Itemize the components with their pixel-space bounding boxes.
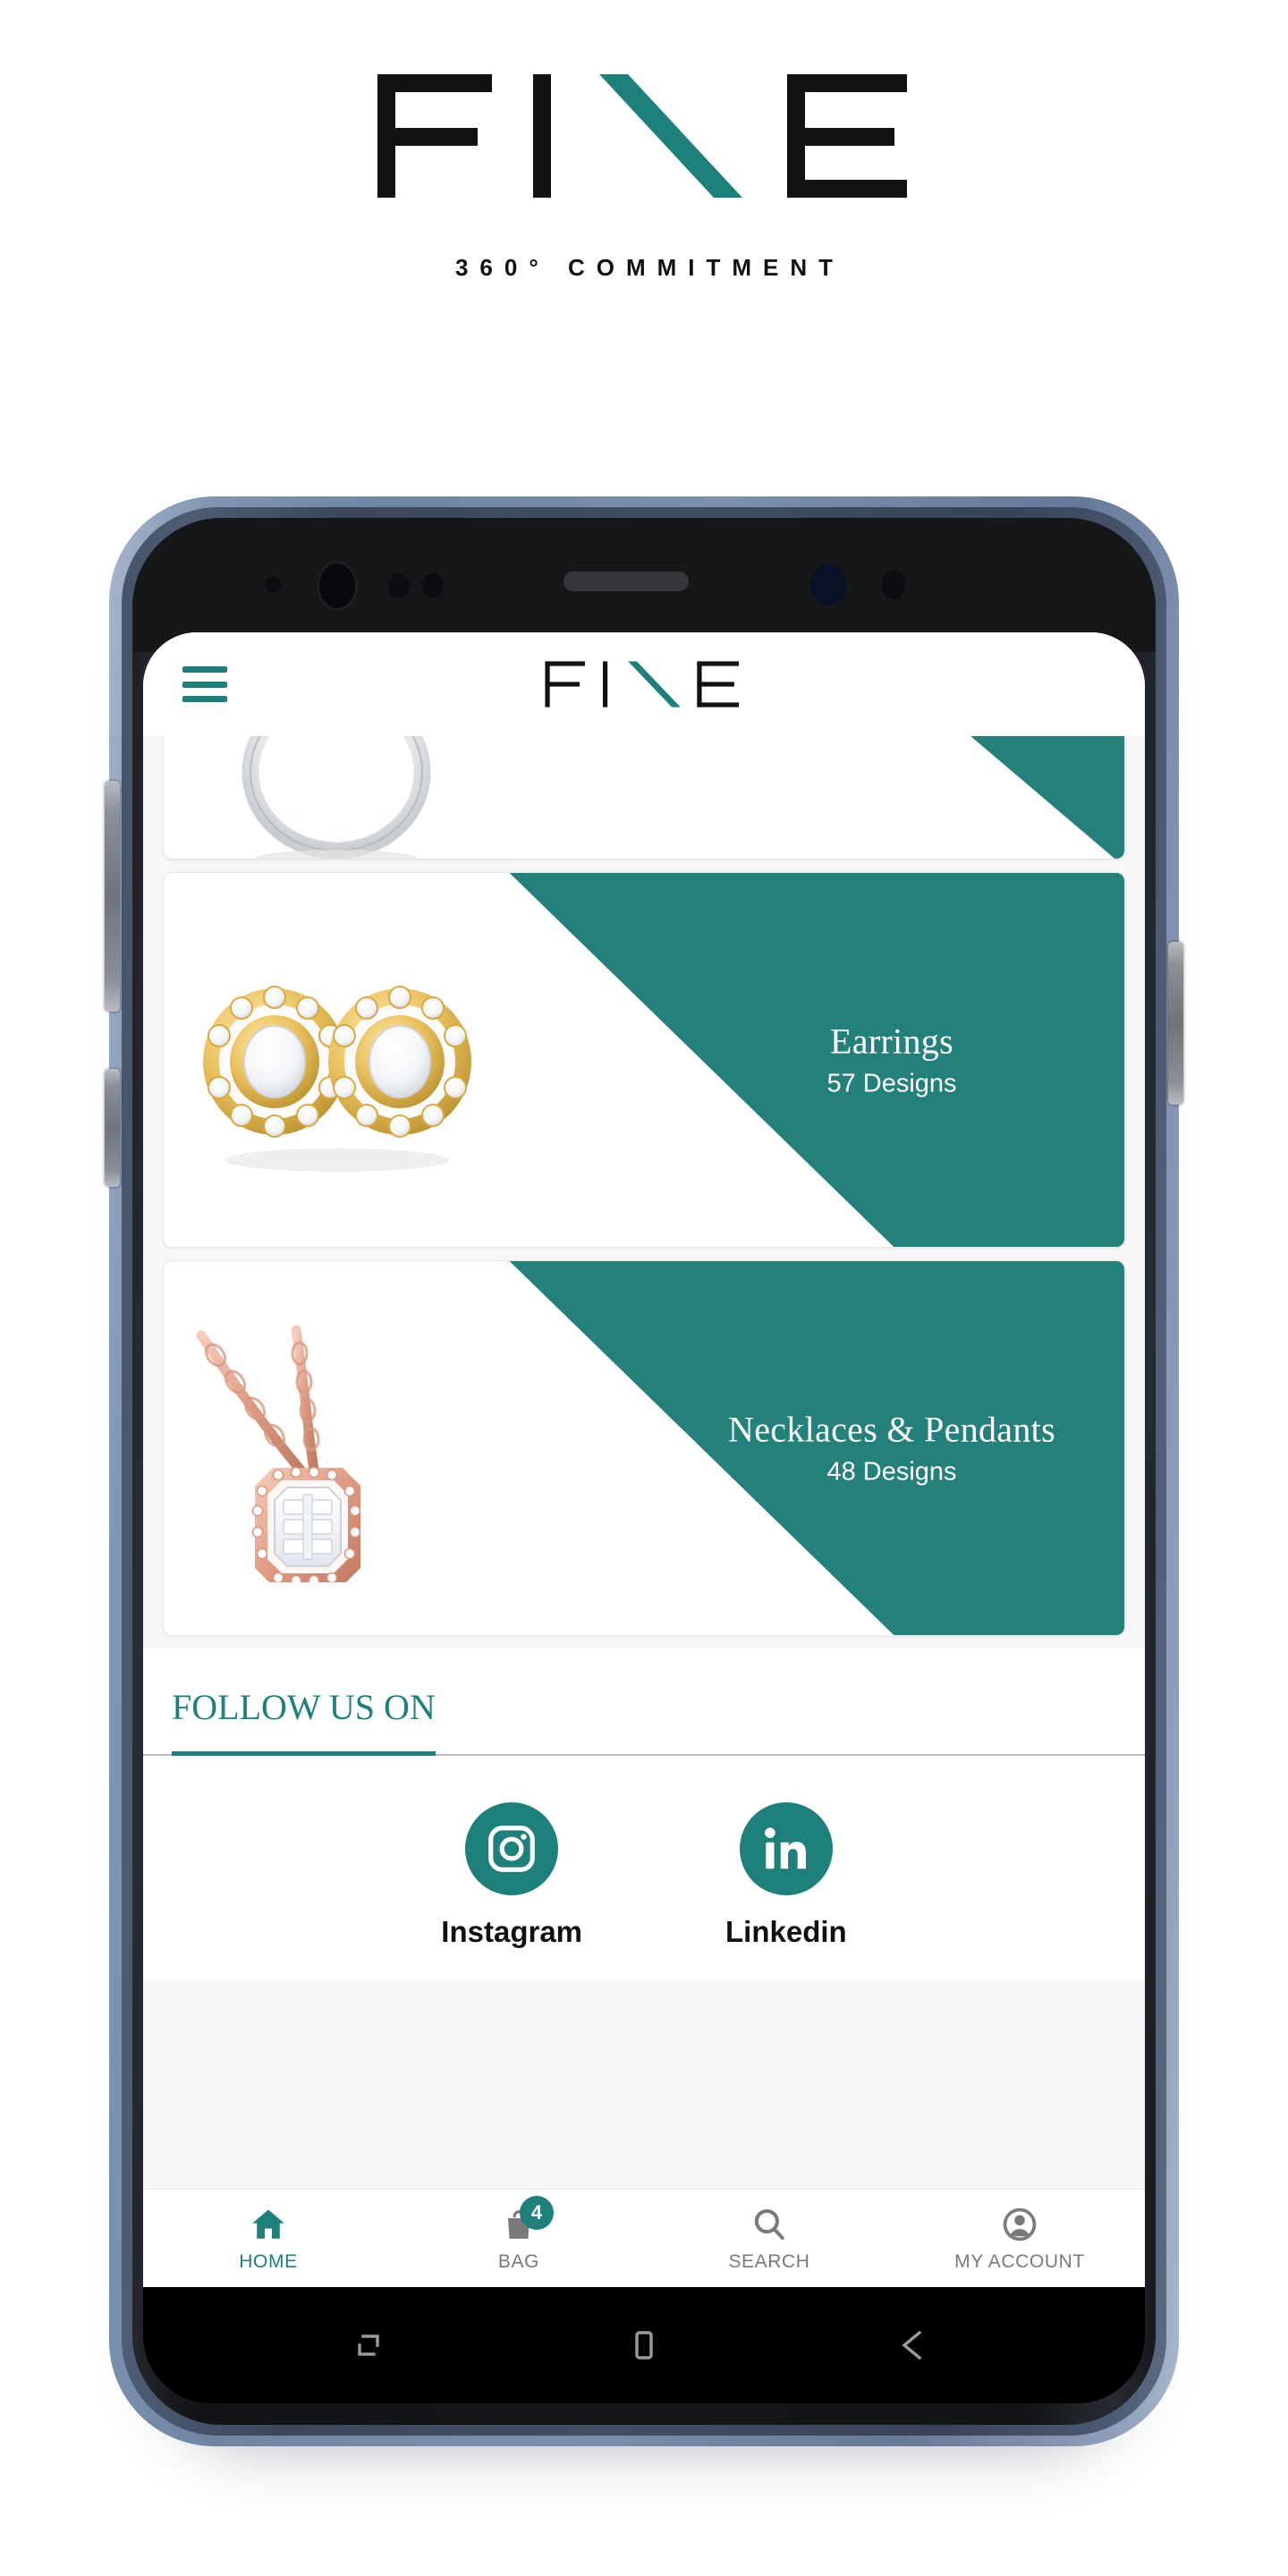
category-design-count: 57 Designs [826, 1069, 957, 1098]
light-sensor-icon [388, 573, 410, 598]
bottom-tab-bar: HOME 4 BAG SEARCH MY ACCOUNT [143, 2189, 1145, 2287]
power-button[interactable] [1168, 942, 1183, 1105]
brand-tagline: 360° COMMITMENT [454, 254, 845, 281]
tab-search[interactable]: SEARCH [644, 2190, 894, 2287]
hamburger-line [182, 666, 227, 673]
phone-mockup: Earrings 57 Designs Necklaces & Pendants… [105, 496, 1183, 2446]
brand-logo [358, 64, 930, 208]
home-glyph [252, 2209, 284, 2239]
rose-gold-emerald-cut-pendant-photo [196, 1325, 361, 1582]
back-arrow-icon[interactable] [891, 2324, 934, 2367]
home-square-glyph [635, 2331, 653, 2360]
bag-count-badge: 4 [520, 2195, 554, 2230]
diamond-ring-photo [242, 736, 431, 859]
hamburger-menu-icon[interactable] [182, 666, 227, 702]
category-card-rings[interactable] [163, 736, 1125, 860]
social-label: Instagram [441, 1915, 583, 1948]
bixby-button[interactable] [105, 1069, 120, 1187]
social-label: Linkedin [725, 1915, 847, 1948]
home-icon [249, 2205, 288, 2244]
tab-home[interactable]: HOME [143, 2190, 394, 2287]
back-arrow-glyph [902, 2330, 922, 2360]
follow-us-heading: FOLLOW US ON [172, 1686, 436, 1756]
linkedin-glyph [764, 1827, 806, 1869]
tab-label: BAG [497, 2250, 540, 2272]
category-card-earrings[interactable]: Earrings 57 Designs [163, 872, 1125, 1248]
brand-header: 360° COMMITMENT [0, 0, 1288, 394]
category-text-block: Necklaces & Pendants 48 Designs [695, 1410, 1089, 1487]
category-title: Earrings [830, 1021, 953, 1062]
linkedin-icon [739, 1802, 833, 1895]
category-design-count: 48 Designs [826, 1457, 957, 1487]
iris-scanner-icon [810, 564, 846, 606]
person-icon [1001, 2205, 1038, 2244]
app-header [143, 632, 1145, 736]
android-navigation-bar [143, 2287, 1145, 2403]
category-title: Necklaces & Pendants [728, 1409, 1055, 1450]
ir-emitter-icon [882, 570, 905, 600]
secondary-sensor-icon [422, 573, 444, 598]
person-glyph [1003, 2207, 1037, 2241]
search-icon [750, 2205, 788, 2244]
category-card-necklaces-pendants[interactable]: Necklaces & Pendants 48 Designs [163, 1260, 1125, 1636]
fine-wordmark-icon [377, 74, 907, 198]
volume-rocker-button[interactable] [105, 781, 120, 1012]
home-square-icon[interactable] [623, 2324, 665, 2367]
instagram-glyph [488, 1826, 535, 1872]
social-link-instagram[interactable]: Instagram [441, 1802, 582, 1949]
social-links-row: Instagram Linkedin [143, 1756, 1145, 1979]
search-glyph [754, 2208, 784, 2240]
bag-icon: 4 [502, 2195, 554, 2244]
earpiece-speaker-icon [564, 572, 689, 591]
social-link-linkedin[interactable]: Linkedin [725, 1802, 847, 1949]
tab-label: HOME [239, 2250, 298, 2272]
tab-my-account[interactable]: MY ACCOUNT [894, 2190, 1145, 2287]
follow-us-section: FOLLOW US ON [143, 1648, 1145, 1756]
phone-screen: Earrings 57 Designs Necklaces & Pendants… [143, 632, 1145, 2287]
front-camera-icon [317, 561, 358, 611]
tab-bag[interactable]: 4 BAG [394, 2190, 644, 2287]
diamond-halo-stud-earrings-photo [203, 986, 471, 1172]
proximity-sensor-icon [265, 577, 281, 593]
tab-label: SEARCH [728, 2250, 810, 2272]
category-text-block: Earrings 57 Designs [695, 1021, 1089, 1099]
app-logo[interactable] [143, 658, 1145, 710]
app-content-scroll[interactable]: Earrings 57 Designs Necklaces & Pendants… [143, 736, 1145, 2189]
instagram-icon [465, 1802, 559, 1895]
recents-icon[interactable] [354, 2324, 397, 2367]
tab-label: MY ACCOUNT [954, 2250, 1085, 2272]
fine-wordmark-icon [545, 661, 740, 708]
hamburger-line [182, 681, 227, 688]
hamburger-line [182, 696, 227, 702]
recents-glyph [358, 2334, 379, 2356]
